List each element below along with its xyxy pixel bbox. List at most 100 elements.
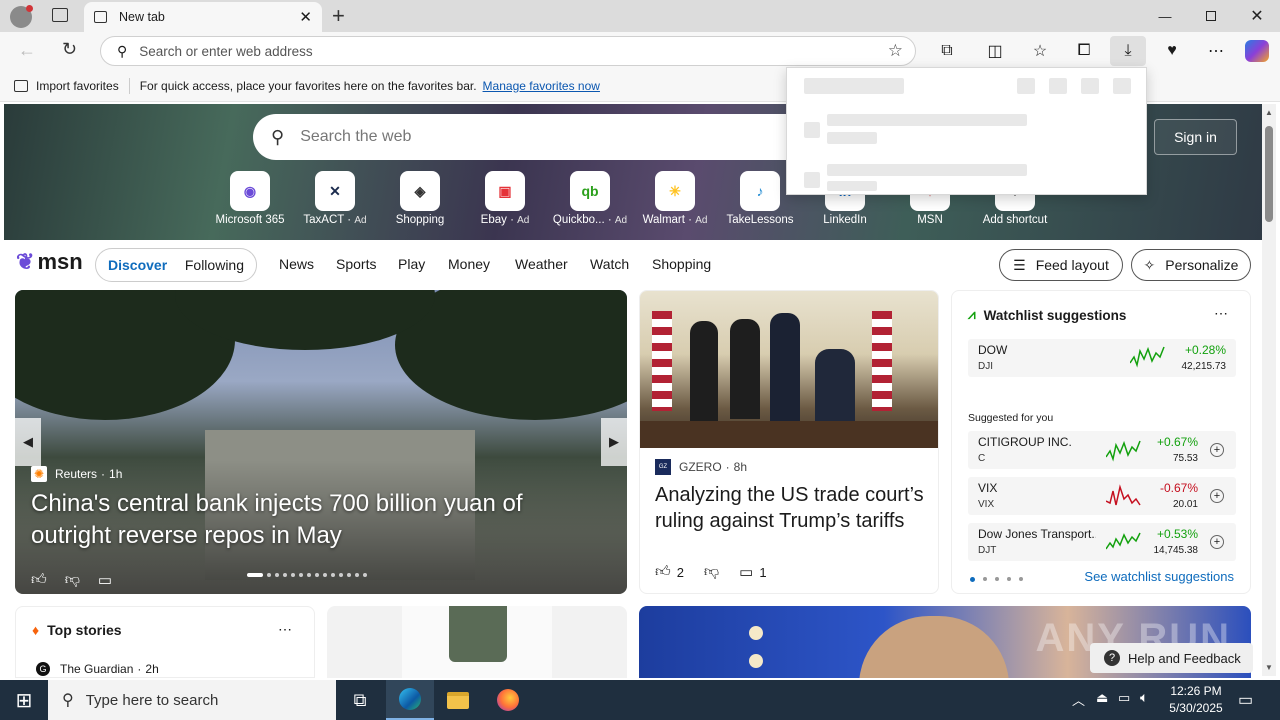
nav-money[interactable]: Money xyxy=(448,256,490,272)
new-tab-button[interactable]: + xyxy=(332,3,345,29)
usb-icon[interactable]: ⏏ xyxy=(1096,690,1108,706)
taskbar-search[interactable]: ⚲ Type here to search xyxy=(48,680,336,720)
tile-walmart[interactable]: ✳ Walmart · Ad xyxy=(633,171,717,226)
tab-actions-icon[interactable] xyxy=(52,8,68,22)
tab-new-tab[interactable]: New tab ✕ xyxy=(84,2,322,32)
see-watchlist-link[interactable]: See watchlist suggestions xyxy=(1084,569,1234,584)
sign-in-button[interactable]: Sign in xyxy=(1154,119,1237,155)
carousel-dot-active[interactable] xyxy=(247,573,263,577)
comment-icon[interactable]: ▭ xyxy=(98,571,112,589)
tab-following[interactable]: Following xyxy=(185,257,244,273)
add-to-watchlist-button[interactable]: + xyxy=(1210,489,1224,503)
file-explorer-icon[interactable] xyxy=(434,680,482,720)
carousel-dot[interactable] xyxy=(355,573,359,577)
firefox-icon[interactable] xyxy=(484,680,532,720)
close-tab-icon[interactable]: ✕ xyxy=(299,8,312,26)
tile-quickbooks[interactable]: qb Quickbo... · Ad xyxy=(548,171,632,226)
refresh-button[interactable]: ↻ xyxy=(62,39,77,60)
dislike-icon[interactable]: 👎︎ xyxy=(65,571,80,589)
favorites-icon[interactable]: ☆ xyxy=(1026,38,1054,64)
page-scrollbar[interactable]: ▲ ▼ xyxy=(1262,104,1276,676)
carousel-dot[interactable] xyxy=(363,573,367,577)
tile-taxact[interactable]: ✕ TaxACT · Ad xyxy=(293,171,377,226)
like-icon[interactable]: 👍︎ xyxy=(31,571,47,589)
help-feedback-button[interactable]: ? Help and Feedback xyxy=(1090,643,1253,673)
manage-favorites-link[interactable]: Manage favorites now xyxy=(483,79,600,93)
address-bar[interactable]: ⚲ Search or enter web address ☆ xyxy=(100,36,916,66)
nav-play[interactable]: Play xyxy=(398,256,425,272)
watchlist-row-djt[interactable]: Dow Jones Transport... DJT +0.53% 14,745… xyxy=(968,523,1236,561)
split-screen-icon[interactable]: ◫ xyxy=(981,38,1009,64)
carousel-dot[interactable] xyxy=(291,573,295,577)
add-to-watchlist-button[interactable]: + xyxy=(1210,535,1224,549)
pager-dot[interactable] xyxy=(1007,577,1011,581)
settings-more-icon[interactable]: ⋯ xyxy=(1202,38,1230,64)
taskbar-clock[interactable]: 12:26 PM 5/30/2025 xyxy=(1160,683,1232,717)
volume-icon[interactable]: 🔈︎ xyxy=(1140,689,1148,706)
dislike-icon[interactable]: 👎︎ xyxy=(704,563,719,581)
performance-icon[interactable]: ♥ xyxy=(1158,38,1186,64)
carousel-dot[interactable] xyxy=(323,573,327,577)
scroll-thumb[interactable] xyxy=(1265,126,1273,222)
edge-taskbar-icon[interactable] xyxy=(386,680,434,720)
personalize-button[interactable]: ✧ Personalize xyxy=(1131,249,1251,281)
tab-discover[interactable]: Discover xyxy=(108,257,167,273)
tile-microsoft-365[interactable]: ◉ Microsoft 365 xyxy=(208,171,292,226)
like-icon[interactable]: 👍︎ xyxy=(655,563,671,581)
watchlist-pager[interactable] xyxy=(970,577,1023,582)
web-search-box[interactable]: ⚲ Search the web xyxy=(253,114,813,160)
scroll-up-arrow[interactable]: ▲ xyxy=(1265,108,1273,117)
profile-icon[interactable] xyxy=(10,5,33,28)
collections-icon[interactable]: ⧠ xyxy=(1070,38,1098,64)
restore-button[interactable] xyxy=(1188,0,1234,32)
carousel-dot[interactable] xyxy=(331,573,335,577)
nav-shopping[interactable]: Shopping xyxy=(652,256,711,272)
carousel-dot[interactable] xyxy=(307,573,311,577)
tile-shopping[interactable]: ◈ Shopping xyxy=(378,171,462,226)
pager-dot[interactable] xyxy=(1019,577,1023,581)
minimize-button[interactable]: — xyxy=(1142,0,1188,32)
carousel-dot[interactable] xyxy=(347,573,351,577)
carousel-dot[interactable] xyxy=(315,573,319,577)
watchlist-row-dow[interactable]: DOW DJI +0.28% 42,215.73 xyxy=(968,339,1236,377)
carousel-dot[interactable] xyxy=(283,573,287,577)
pager-dot-active[interactable] xyxy=(970,577,975,582)
more-options-icon[interactable]: ⋯ xyxy=(1214,305,1228,322)
comment-icon[interactable]: ▭ xyxy=(739,563,753,581)
carousel-dot[interactable] xyxy=(275,573,279,577)
msn-logo[interactable]: ❦ msn xyxy=(16,249,83,275)
copilot-icon[interactable] xyxy=(1245,40,1269,62)
task-view-icon[interactable]: ⧉ xyxy=(336,680,384,720)
watchlist-row-vix[interactable]: VIX VIX -0.67% 20.01 + xyxy=(968,477,1236,515)
show-hidden-icons[interactable]: ︿ xyxy=(1072,690,1085,709)
close-window-button[interactable]: ✕ xyxy=(1234,0,1280,32)
pager-dot[interactable] xyxy=(983,577,987,581)
carousel-next-button[interactable]: ▶ xyxy=(601,418,627,466)
start-button[interactable]: ⊞ xyxy=(0,680,48,720)
nav-weather[interactable]: Weather xyxy=(515,256,568,272)
carousel-dot[interactable] xyxy=(339,573,343,577)
pager-dot[interactable] xyxy=(995,577,999,581)
import-favorites-button[interactable]: Import favorites xyxy=(36,79,119,93)
notifications-icon[interactable]: ▭ xyxy=(1238,690,1253,710)
extensions-icon[interactable]: ⧉ xyxy=(933,38,961,64)
network-icon[interactable]: ▭ xyxy=(1118,690,1130,706)
second-story-card[interactable] xyxy=(639,290,939,594)
back-button[interactable]: ← xyxy=(18,40,36,61)
nav-watch[interactable]: Watch xyxy=(590,256,629,272)
downloads-icon[interactable]: ⤓ xyxy=(1110,36,1146,66)
carousel-dot[interactable] xyxy=(267,573,271,577)
carousel-dot[interactable] xyxy=(299,573,303,577)
nav-sports[interactable]: Sports xyxy=(336,256,376,272)
second-story-title[interactable]: Analyzing the US trade court’s ruling ag… xyxy=(655,482,930,534)
carousel-dots[interactable] xyxy=(247,573,397,577)
add-to-watchlist-button[interactable]: + xyxy=(1210,443,1224,457)
more-options-icon[interactable]: ⋯ xyxy=(278,621,292,638)
nav-news[interactable]: News xyxy=(279,256,314,272)
watchlist-row-citigroup[interactable]: CITIGROUP INC. C +0.67% 75.53 + xyxy=(968,431,1236,469)
ad-card[interactable] xyxy=(327,606,627,678)
feed-layout-button[interactable]: ☰ Feed layout xyxy=(999,249,1123,281)
main-story-title[interactable]: China's central bank injects 700 billion… xyxy=(31,488,591,552)
scroll-down-arrow[interactable]: ▼ xyxy=(1265,663,1273,672)
favorite-star-icon[interactable]: ☆ xyxy=(888,41,903,61)
